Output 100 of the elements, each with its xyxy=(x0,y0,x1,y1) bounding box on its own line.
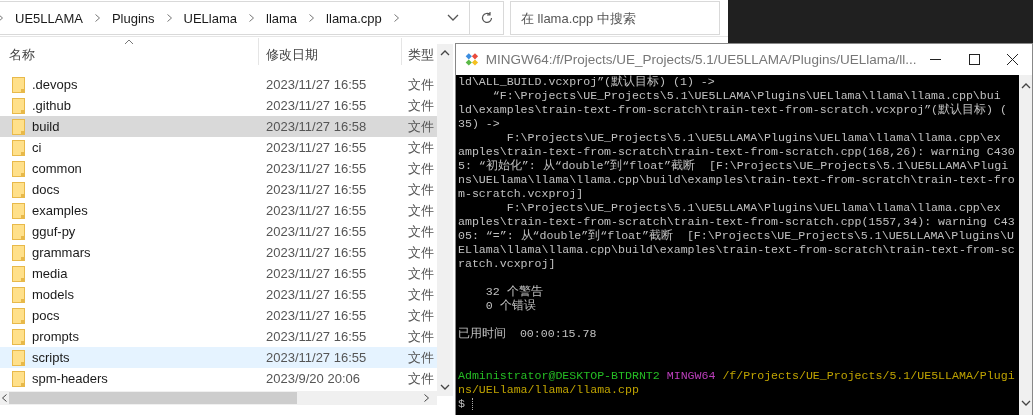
breadcrumb-item[interactable]: llama.cpp xyxy=(326,10,382,26)
modified-date: 2023/11/27 16:55 xyxy=(266,224,367,239)
prompt-symbol: $ xyxy=(458,397,465,410)
vertical-scrollbar[interactable] xyxy=(437,44,453,396)
folder-icon xyxy=(12,370,26,387)
terminal-line: 05: “=”: 从“double”到“float”截断 [F:\Projects\UE_Projects\5.1\UE5LLAMA\Plugins\U xyxy=(458,229,1015,243)
terminal-line: 35) -> xyxy=(458,117,501,131)
file-type: 文件 xyxy=(408,327,434,346)
folder-icon xyxy=(12,349,26,366)
file-name: .github xyxy=(32,98,72,113)
file-type: 文件 xyxy=(408,348,434,367)
modified-date: 2023/11/27 16:58 xyxy=(266,119,367,134)
modified-date: 2023/11/27 16:55 xyxy=(266,266,367,281)
file-name: media xyxy=(32,266,68,281)
chevron-icon xyxy=(94,14,100,22)
file-type: 文件 xyxy=(408,117,434,136)
dropdown-icon[interactable] xyxy=(447,14,459,22)
breadcrumb-item[interactable]: UE5LLAMA xyxy=(15,10,83,26)
terminal-line: amples\train-text-from-scratch\train-text-from-scratch.cpp(168,26): warning C430 xyxy=(458,145,1016,159)
file-type: 文件 xyxy=(408,138,434,157)
file-row[interactable]: .github 2023/11/27 16:55 文件 xyxy=(0,95,437,116)
file-row[interactable]: ci 2023/11/27 16:55 文件 xyxy=(0,137,437,158)
file-type: 文件 xyxy=(408,369,434,388)
file-type: 文件 xyxy=(408,96,434,115)
file-row[interactable]: spm-headers 2023/9/20 20:06 文件 xyxy=(0,368,437,389)
folder-icon xyxy=(12,307,26,324)
file-name: docs xyxy=(32,182,60,197)
modified-date: 2023/11/27 16:55 xyxy=(266,350,367,365)
file-row[interactable]: models 2023/11/27 16:55 文件 xyxy=(0,284,437,305)
file-row[interactable]: prompts 2023/11/27 16:55 文件 xyxy=(0,326,437,347)
scroll-up-icon[interactable] xyxy=(440,50,450,56)
scroll-down-icon[interactable] xyxy=(440,384,450,390)
refresh-icon xyxy=(479,11,494,25)
file-type: 文件 xyxy=(408,243,434,262)
folder-icon xyxy=(12,97,26,114)
file-type: 文件 xyxy=(408,159,434,178)
modified-date: 2023/11/27 16:55 xyxy=(266,203,367,218)
folder-icon xyxy=(12,202,26,219)
scroll-up-icon[interactable] xyxy=(1020,83,1031,89)
terminal-line: “F:\Projects\UE_Projects\5.1\UE5LLAMA\Plugins\UELlama\llama\llama.cpp\bui xyxy=(491,89,1002,103)
modified-date: 2023/11/27 16:55 xyxy=(266,77,367,92)
refresh-button[interactable] xyxy=(470,1,504,35)
scroll-right-icon[interactable] xyxy=(424,394,429,402)
horizontal-scrollbar[interactable] xyxy=(0,391,437,405)
modified-date: 2023/11/27 16:55 xyxy=(266,140,367,155)
scroll-down-icon[interactable] xyxy=(1020,400,1031,406)
folder-icon xyxy=(12,244,26,261)
file-name: grammars xyxy=(32,245,91,260)
file-row[interactable]: build 2023/11/27 16:58 文件 xyxy=(0,116,437,137)
file-name: models xyxy=(32,287,74,302)
file-row[interactable]: docs 2023/11/27 16:55 文件 xyxy=(0,179,437,200)
folder-icon xyxy=(12,160,26,177)
file-name: scripts xyxy=(32,350,70,365)
breadcrumb-item[interactable]: llama xyxy=(266,10,298,26)
terminal-line: ratch.vcxproj] xyxy=(458,257,557,271)
terminal-line: F:\Projects\UE_Projects\5.1\UE5LLAMA\Plugins\UELlama\llama\llama.cpp\ex xyxy=(505,201,1002,215)
scroll-left-icon[interactable] xyxy=(2,394,7,402)
close-icon xyxy=(1007,54,1019,65)
file-row[interactable]: media 2023/11/27 16:55 文件 xyxy=(0,263,437,284)
column-header[interactable]: 名称 xyxy=(0,38,259,65)
file-row[interactable]: .devops 2023/11/27 16:55 文件 xyxy=(0,74,437,95)
file-row[interactable]: gguf-py 2023/11/27 16:55 文件 xyxy=(0,221,437,242)
shell-prompt: Administrator@DESKTOP-BTDRNT2 MINGW64 /f/Projects/UE_Projects/5.1/UE5LLAMA/Plugins/UELlama/llama/llama.cpp xyxy=(458,369,1016,397)
file-name: .devops xyxy=(32,77,78,92)
scrollbar-thumb[interactable] xyxy=(9,392,297,404)
file-row[interactable]: grammars 2023/11/27 16:55 文件 xyxy=(0,242,437,263)
chevron-icon xyxy=(249,14,255,22)
file-row[interactable]: pocs 2023/11/27 16:55 文件 xyxy=(0,305,437,326)
breadcrumb-item[interactable]: UELlama xyxy=(183,10,238,26)
vertical-scrollbar[interactable] xyxy=(1019,75,1032,415)
column-header[interactable]: 修改日期 xyxy=(259,38,402,65)
folder-icon xyxy=(12,223,26,240)
modified-date: 2023/11/27 16:55 xyxy=(266,98,367,113)
folder-icon xyxy=(12,265,26,282)
terminal-line: 5: “初始化”: 从“double”到“float”截断 [F:\Projects\UE_Projects\5.1\UE5LLAMA\Plugi xyxy=(458,159,1010,173)
modified-date: 2023/11/27 16:55 xyxy=(266,308,367,323)
file-type: 文件 xyxy=(408,285,434,304)
folder-icon xyxy=(12,328,26,345)
search-field[interactable]: 在 llama.cpp 中搜索 xyxy=(510,1,720,35)
chevron-icon xyxy=(393,14,399,22)
file-name: common xyxy=(32,161,82,176)
file-name: spm-headers xyxy=(32,371,108,386)
file-name: pocs xyxy=(32,308,60,323)
terminal-line: ELlama\llama\llama.cpp\build\examples\train-text-from-scratch\train-text-from-sc xyxy=(458,243,1016,257)
file-row[interactable]: examples 2023/11/27 16:55 文件 xyxy=(0,200,437,221)
modified-date: 2023/11/27 16:55 xyxy=(266,329,367,344)
file-name: build xyxy=(32,119,60,134)
address-bar[interactable]: UE5LLAMA Plugins UELlama llama llama.cpp xyxy=(0,1,470,35)
terminal-line: 32 个警告 xyxy=(484,285,544,299)
column-header[interactable]: 类型 xyxy=(402,38,437,65)
modified-date: 2023/11/27 16:55 xyxy=(266,287,367,302)
modified-date: 2023/11/27 16:55 xyxy=(266,161,367,176)
file-row[interactable]: scripts 2023/11/27 16:55 文件 xyxy=(0,347,437,368)
file-type: 文件 xyxy=(408,75,434,94)
breadcrumb-item[interactable]: Plugins xyxy=(111,10,155,26)
chevron-icon xyxy=(309,14,315,22)
terminal-line: F:\Projects\UE_Projects\5.1\UE5LLAMA\Plugins\UELlama\llama\llama.cpp\ex xyxy=(505,131,1002,145)
file-row[interactable]: common 2023/11/27 16:55 文件 xyxy=(0,158,437,179)
terminal-line: 已用时间 00:00:15.78 xyxy=(458,327,598,341)
folder-icon xyxy=(12,76,26,93)
